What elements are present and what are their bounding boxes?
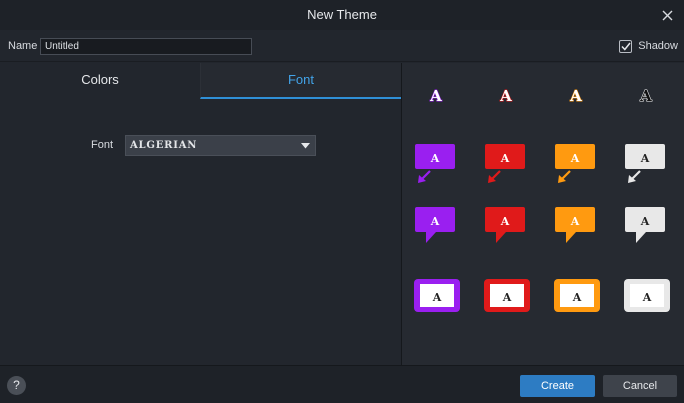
theme-swatch-callout-arrow[interactable]: A [484,141,536,198]
window-title: New Theme [307,7,377,22]
name-bar: Name Shadow [0,30,684,62]
close-icon [662,10,672,20]
theme-swatch-callout-arrow[interactable]: A [554,141,606,198]
preview-glyph: A [639,87,652,105]
preview-glyph: A [500,152,510,165]
close-button[interactable] [656,4,678,26]
font-dropdown[interactable]: ALGERIAN [125,135,316,156]
theme-swatch-callout-arrow[interactable]: A [414,141,466,198]
title-bar: New Theme [0,0,684,30]
theme-swatch-speech-bubble[interactable]: A [554,205,606,262]
preview-glyph: A [572,291,582,304]
preview-glyph: A [430,215,440,228]
theme-swatch-speech-bubble[interactable]: A [624,205,676,262]
preview-glyph: A [640,215,650,228]
preview-glyph: A [500,215,510,228]
theme-swatch-text-only[interactable]: A [484,81,536,116]
preview-glyph: A [429,87,442,105]
create-button[interactable]: Create [520,375,595,397]
font-dropdown-value: ALGERIAN [130,140,198,151]
preview-glyph: A [430,152,440,165]
shadow-option[interactable]: Shadow [619,39,678,53]
tab-colors[interactable]: Colors [0,63,200,99]
checkmark-icon [621,42,631,51]
tab-bar: Colors Font [0,63,401,99]
preview-glyph: A [570,152,580,165]
preview-glyph: A [642,291,652,304]
theme-swatch-callout-arrow[interactable]: A [624,141,676,198]
preview-glyph: A [569,87,582,105]
tab-font[interactable]: Font [200,63,401,99]
chevron-down-icon [301,143,310,149]
theme-swatch-framed-box[interactable]: A [624,275,676,332]
theme-swatch-text-only[interactable]: A [414,81,466,116]
name-input[interactable] [40,38,252,55]
name-label: Name [8,40,38,52]
theme-swatch-speech-bubble[interactable]: A [484,205,536,262]
preview-glyph: A [432,291,442,304]
theme-swatch-framed-box[interactable]: A [554,275,606,332]
preview-glyph: A [570,215,580,228]
footer-bar: ? Create Cancel [0,365,684,403]
theme-swatch-speech-bubble[interactable]: A [414,205,466,262]
theme-swatch-framed-box[interactable]: A [414,275,466,332]
theme-preview-panel: A A A A A A A A A A A A A A A A [402,63,684,365]
settings-panel: Colors Font Font ALGERIAN [0,63,401,365]
theme-swatch-framed-box[interactable]: A [484,275,536,332]
preview-glyph: A [499,87,512,105]
font-label: Font [91,139,114,151]
cancel-button[interactable]: Cancel [603,375,677,397]
theme-swatch-text-only[interactable]: A [624,81,676,116]
shadow-checkbox[interactable] [619,39,633,53]
theme-swatch-text-only[interactable]: A [554,81,606,116]
preview-glyph: A [640,152,650,165]
shadow-label: Shadow [638,40,678,52]
preview-glyph: A [502,291,512,304]
help-button[interactable]: ? [7,376,26,395]
